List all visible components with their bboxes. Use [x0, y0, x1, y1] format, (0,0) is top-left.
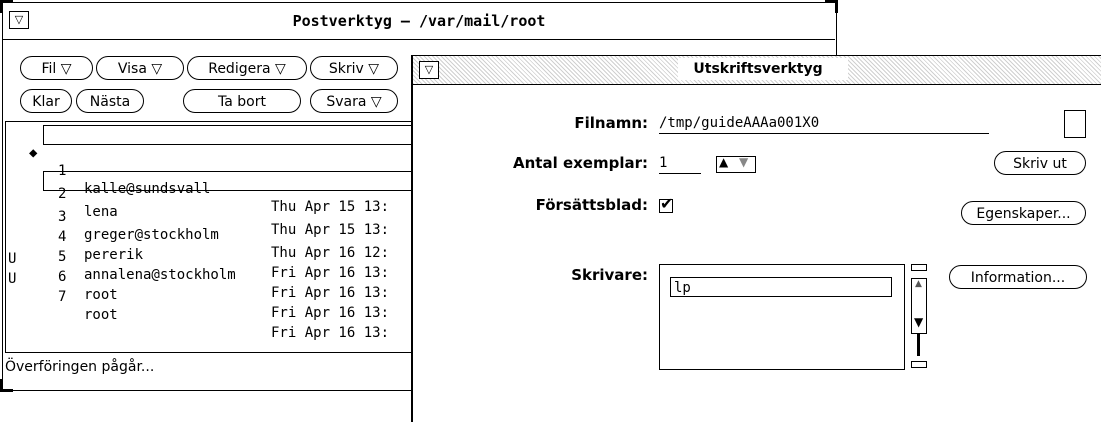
print-title-bar[interactable]: ▽ Utskriftsverktyg	[413, 56, 1101, 85]
message-number: 1	[58, 163, 67, 179]
resize-corner-bl[interactable]	[0, 379, 13, 392]
message-number: 4	[58, 229, 67, 245]
delete-button[interactable]: Ta bort	[183, 89, 301, 113]
file-drop-target[interactable]	[1064, 110, 1086, 138]
message-list[interactable]: ◆ 1 kalle@sundsvall Thu Apr 15 13: 2 len…	[5, 121, 413, 353]
file-menu-button[interactable]: Fil ▽	[20, 56, 93, 80]
filename-label: Filnamn:	[574, 114, 648, 132]
scroll-top-cable[interactable]	[911, 264, 927, 271]
status-text: Överföringen pågår...	[5, 359, 155, 375]
printer-label: Skrivare:	[571, 266, 648, 284]
message-number: 3	[58, 209, 67, 225]
scroll-down-icon[interactable]: ▼	[914, 315, 923, 329]
decrement-icon[interactable]: ▼	[739, 155, 748, 169]
reply-menu-button[interactable]: Svara ▽	[310, 89, 398, 113]
message-date: Thu Apr 15 13:	[271, 199, 390, 215]
filename-underline	[659, 133, 989, 134]
message-date: Thu Apr 15 13:	[271, 222, 390, 238]
increment-icon[interactable]: ▲	[719, 155, 728, 169]
done-button[interactable]: Klar	[20, 89, 72, 113]
properties-button[interactable]: Egenskaper...	[961, 201, 1086, 225]
message-date: Fri Apr 16 13:	[271, 285, 390, 301]
information-button[interactable]: Information...	[949, 265, 1087, 289]
printer-list-item[interactable]: lp	[670, 277, 892, 297]
message-sender: greger@stockholm	[84, 227, 219, 243]
table-row[interactable]: U 6 root Fri Apr 16 13:	[6, 232, 389, 321]
compose-menu-button[interactable]: Skriv ▽	[310, 56, 398, 80]
print-window-title: Utskriftsverktyg	[693, 61, 823, 77]
scroll-elevator[interactable]: ▲ ▼	[911, 278, 927, 334]
printer-list[interactable]: lp	[659, 264, 905, 370]
copies-input[interactable]: 1	[659, 155, 667, 171]
copies-stepper[interactable]: ▲ ▼	[716, 155, 756, 173]
copies-label: Antal exemplar:	[513, 154, 648, 172]
filename-input[interactable]: /tmp/guideAAAa001X0	[659, 115, 819, 131]
message-sender: root	[84, 307, 118, 323]
message-flag: U	[8, 271, 17, 287]
message-sender: kalle@sundsvall	[84, 181, 211, 197]
message-number: 5	[58, 249, 67, 265]
edit-menu-button[interactable]: Redigera ▽	[187, 56, 307, 80]
message-sender: root	[84, 287, 118, 303]
scroll-up-icon[interactable]: ▲	[915, 279, 922, 289]
message-date: Fri Apr 16 13:	[271, 265, 390, 281]
message-sender: annalena@stockholm	[84, 267, 236, 283]
check-icon: ✔	[660, 194, 674, 213]
message-number: 2	[58, 186, 67, 202]
cover-sheet-checkbox[interactable]: ✔	[659, 194, 673, 213]
print-button[interactable]: Skriv ut	[994, 151, 1086, 175]
print-tool-window: ▽ Utskriftsverktyg Filnamn: /tmp/guideAA…	[411, 55, 1101, 422]
view-menu-button[interactable]: Visa ▽	[96, 56, 184, 80]
selection-box	[43, 125, 413, 145]
copies-underline	[659, 173, 701, 174]
scroll-track	[917, 334, 920, 356]
table-row[interactable]: 5 annalena@stockholm Fri Apr 16 13:	[6, 212, 389, 301]
message-date: Thu Apr 16 12:	[271, 245, 390, 261]
message-number: 6	[58, 269, 67, 285]
scroll-bottom-cable[interactable]	[911, 361, 927, 368]
message-sender: pererik	[84, 247, 144, 263]
table-row[interactable]: U 7 root Fri Apr 16 13:	[6, 252, 389, 341]
message-sender: lena	[84, 204, 118, 220]
table-row[interactable]: 3 greger@stockholm Thu Apr 16 12:	[6, 172, 389, 261]
table-row[interactable]: ◆ 1 kalle@sundsvall Thu Apr 15 13:	[6, 126, 389, 215]
message-date: Fri Apr 16 13:	[271, 325, 390, 341]
table-row[interactable]: 2 lena Thu Apr 15 13:	[6, 149, 389, 238]
table-row[interactable]: 4 pererik Fri Apr 16 13:	[6, 192, 389, 281]
printer-scrollbar[interactable]: ▲ ▼	[910, 264, 928, 368]
mail-window-title: Postverktyg – /var/mail/root	[292, 12, 546, 30]
mail-title-bar[interactable]: ▽ Postverktyg – /var/mail/root	[3, 3, 835, 40]
message-number: 7	[58, 289, 67, 305]
cover-sheet-label: Försättsblad:	[535, 196, 648, 214]
message-date: Fri Apr 16 13:	[271, 305, 390, 321]
next-button[interactable]: Nästa	[76, 89, 144, 113]
